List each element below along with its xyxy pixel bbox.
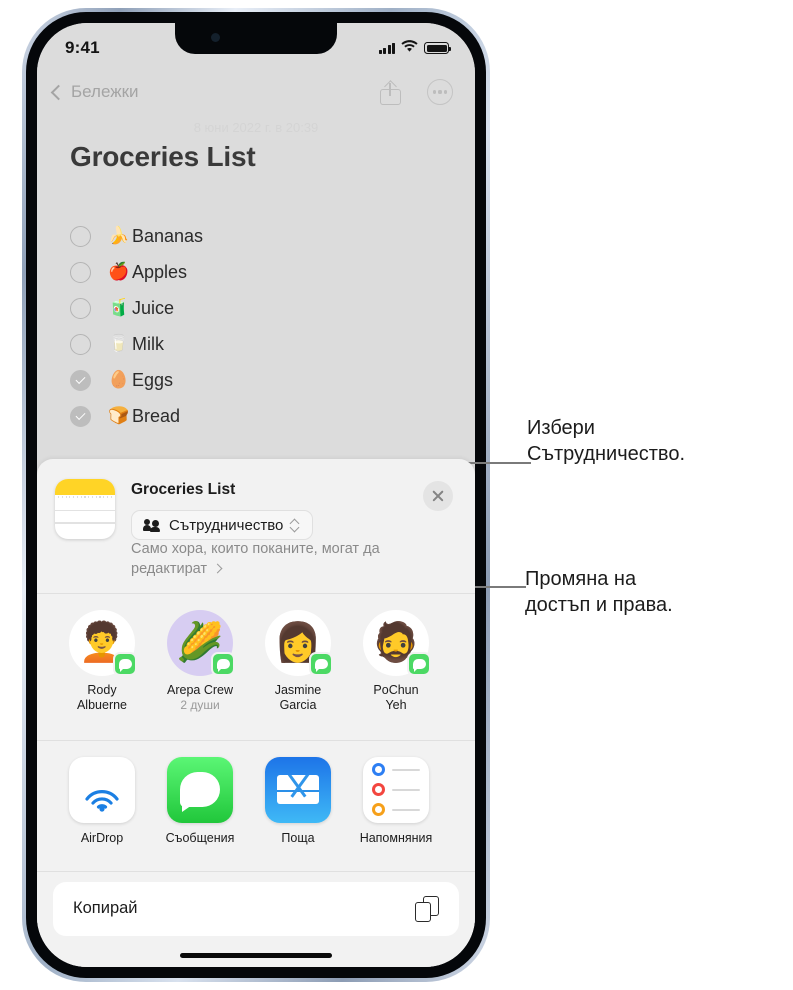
checkbox[interactable] [70, 333, 91, 355]
contact-cell[interactable]: 👩 Jasmine Garcia [259, 610, 337, 714]
share-sheet: Groceries List Сътрудничество Само хора,… [37, 459, 475, 967]
copy-action-row[interactable]: Копирай [53, 881, 459, 936]
checkbox[interactable] [70, 297, 91, 319]
people-icon [143, 519, 161, 532]
callout-1-line2: Сътрудничество. [527, 443, 686, 465]
permission-row[interactable]: Само хора, които поканите, могат да реда… [131, 540, 457, 579]
contact-name: Jasmine Garcia [274, 683, 322, 713]
checklist-row[interactable]: 🍞 Bread [70, 398, 455, 434]
contact-name: PoChun Yeh [373, 683, 419, 713]
app-cell[interactable]: Съобщения [161, 756, 239, 845]
status-time: 9:41 [65, 38, 100, 57]
collaboration-dropdown-label: Сътрудничество [169, 516, 284, 534]
chevron-right-icon [212, 563, 223, 574]
contact-cell[interactable]: 🧔 PoChun Yeh [357, 610, 435, 714]
callout-annotation-2: Промяна на достъп и права. [525, 566, 673, 618]
item-emoji: 🍎 [108, 262, 130, 281]
item-emoji: 🍌 [108, 226, 130, 245]
item-label: Apples [132, 261, 188, 282]
item-label: Juice [132, 297, 175, 318]
checkbox[interactable] [70, 261, 91, 283]
phone-frame: 9:41 Бележки 8 юни 2022 г. в 20:39 Groce… [22, 8, 490, 982]
checkbox[interactable] [70, 225, 91, 247]
item-emoji: 🥚 [108, 370, 130, 389]
item-label: Bread [132, 405, 181, 426]
item-emoji: 🧃 [108, 298, 130, 317]
actions-area: Копирай [37, 872, 475, 936]
chevron-up-down-icon [289, 518, 300, 533]
share-icon[interactable] [380, 80, 401, 105]
callout-1-line1: Избери [527, 417, 595, 439]
avatar-wrap: 👩 [265, 610, 333, 677]
callout-2-line1: Промяна на [525, 568, 637, 590]
notch [175, 23, 337, 54]
cellular-bars-icon [378, 42, 395, 54]
callout-annotation-1: Избери Сътрудничество. [527, 415, 685, 467]
messages-badge-icon [407, 652, 431, 677]
contact-cell[interactable]: 🧑‍🦱 Rody Albuerne [63, 610, 141, 714]
checklist-row[interactable]: 🥚 Eggs [70, 362, 455, 398]
contact-name: Arepa Crew [167, 683, 233, 698]
app-label: AirDrop [80, 830, 124, 845]
app-label: Поща [281, 830, 315, 845]
notes-document-icon [55, 479, 115, 539]
checkbox[interactable] [70, 369, 91, 391]
airdrop-icon [69, 756, 135, 823]
checklist-row[interactable]: 🥛 Milk [70, 326, 455, 362]
battery-full-icon [424, 42, 452, 54]
checklist-row[interactable]: 🧃 Juice [70, 290, 455, 326]
phone-bezel: 9:41 Бележки 8 юни 2022 г. в 20:39 Groce… [26, 12, 486, 978]
checklist-row[interactable]: 🍎 Apples [70, 254, 455, 290]
checklist-row[interactable]: 🍌 Bananas [70, 218, 455, 254]
share-sheet-header-texts: Groceries List Сътрудничество Само хора,… [131, 479, 457, 579]
messages-badge-icon [309, 652, 333, 677]
avatar-wrap: 🧔 [363, 610, 431, 677]
checklist: 🍌 Bananas 🍎 Apples 🧃 Juice 🥛 Milk 🥚 Eggs 🍞 Bread [70, 218, 455, 434]
app-cell[interactable]: AirDrop [63, 756, 141, 845]
phone-screen: 9:41 Бележки 8 юни 2022 г. в 20:39 Groce… [37, 23, 475, 967]
share-sheet-title: Groceries List [131, 481, 236, 498]
note-date: 8 юни 2022 г. в 20:39 [193, 120, 319, 135]
copy-icon [415, 895, 439, 922]
home-indicator[interactable] [180, 953, 332, 958]
contact-name: Rody Albuerne [76, 683, 128, 713]
messages-badge-icon [211, 652, 235, 677]
avatar-wrap: 🧑‍🦱 [69, 610, 137, 677]
item-emoji: 🍞 [108, 406, 130, 425]
item-emoji: 🥛 [108, 334, 130, 353]
collaboration-dropdown[interactable]: Сътрудничество [131, 510, 314, 540]
apps-row: AirDrop Съобщения Поща Напомняния [37, 741, 475, 857]
callout-2-line2: достъп и права. [525, 594, 673, 616]
mail-icon [265, 756, 331, 823]
item-label: Milk [132, 333, 164, 354]
contact-cell[interactable]: 🌽 Arepa Crew 2 души [161, 610, 239, 714]
messages-icon [167, 756, 233, 823]
item-label: Eggs [132, 369, 174, 390]
app-cell[interactable]: Поща [259, 756, 337, 845]
chevron-left-icon [50, 84, 67, 100]
avatar-wrap: 🌽 [167, 610, 235, 677]
front-camera-icon [211, 33, 220, 42]
messages-badge-icon [113, 652, 137, 677]
reminders-icon [363, 756, 429, 823]
copy-action-label: Копирай [73, 899, 138, 918]
more-circle-icon[interactable] [427, 79, 453, 105]
note-title: Groceries List [70, 141, 256, 172]
app-label: Съобщения [165, 830, 235, 845]
permission-text: Само хора, които поканите, могат да реда… [131, 541, 380, 577]
contact-sub: 2 души [180, 698, 220, 713]
wifi-icon [401, 39, 418, 57]
status-icons [378, 39, 452, 57]
app-cell[interactable]: Напомняния [357, 756, 435, 845]
back-button[interactable]: Бележки [50, 82, 139, 102]
contacts-row: 🧑‍🦱 Rody Albuerne 🌽 Arepa Crew 2 души 👩 Jasmine… [37, 594, 475, 726]
back-button-label: Бележки [71, 82, 139, 101]
navigation-bar: Бележки [37, 71, 475, 113]
share-sheet-header: Groceries List Сътрудничество Само хора,… [37, 459, 475, 579]
item-label: Bananas [132, 225, 204, 246]
close-icon[interactable] [423, 481, 453, 511]
checkbox[interactable] [70, 405, 91, 427]
app-label: Напомняния [359, 830, 433, 845]
